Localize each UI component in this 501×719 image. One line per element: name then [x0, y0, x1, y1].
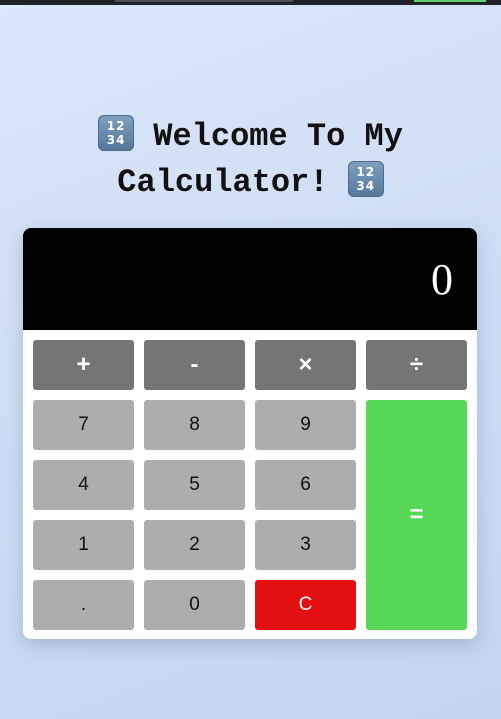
browser-top-bar	[0, 0, 501, 5]
title-text-line-1: Welcome To My	[153, 118, 403, 155]
digit-9-button[interactable]: 9	[255, 400, 356, 450]
equals-button[interactable]: =	[366, 400, 467, 630]
multiply-button[interactable]: ×	[255, 340, 356, 390]
calculator-display: 0	[23, 228, 477, 330]
top-bar-accent-segment	[414, 0, 486, 2]
calculator: 0 + - × ÷ 7 8 9 = 4 5 6 1 2 3 . 0 C	[23, 228, 477, 639]
digit-4-button[interactable]: 4	[33, 460, 134, 510]
digit-6-button[interactable]: 6	[255, 460, 356, 510]
digit-0-button[interactable]: 0	[144, 580, 245, 630]
title-line-2: Calculator! 12 34	[0, 160, 501, 206]
digit-1-button[interactable]: 1	[33, 520, 134, 570]
title-line-1: 12 34 Welcome To My	[0, 114, 501, 160]
digit-8-button[interactable]: 8	[144, 400, 245, 450]
top-bar-segment	[115, 0, 293, 2]
input-numbers-icon: 12 34	[98, 115, 135, 151]
digit-7-button[interactable]: 7	[33, 400, 134, 450]
page-title: 12 34 Welcome To My Calculator! 12 34	[0, 114, 501, 206]
display-value: 0	[431, 255, 453, 304]
digit-5-button[interactable]: 5	[144, 460, 245, 510]
subtract-button[interactable]: -	[144, 340, 245, 390]
input-numbers-icon: 12 34	[347, 161, 384, 197]
title-text-line-2: Calculator!	[117, 164, 329, 201]
digit-3-button[interactable]: 3	[255, 520, 356, 570]
clear-button[interactable]: C	[255, 580, 356, 630]
digit-2-button[interactable]: 2	[144, 520, 245, 570]
decimal-button[interactable]: .	[33, 580, 134, 630]
divide-button[interactable]: ÷	[366, 340, 467, 390]
add-button[interactable]: +	[33, 340, 134, 390]
